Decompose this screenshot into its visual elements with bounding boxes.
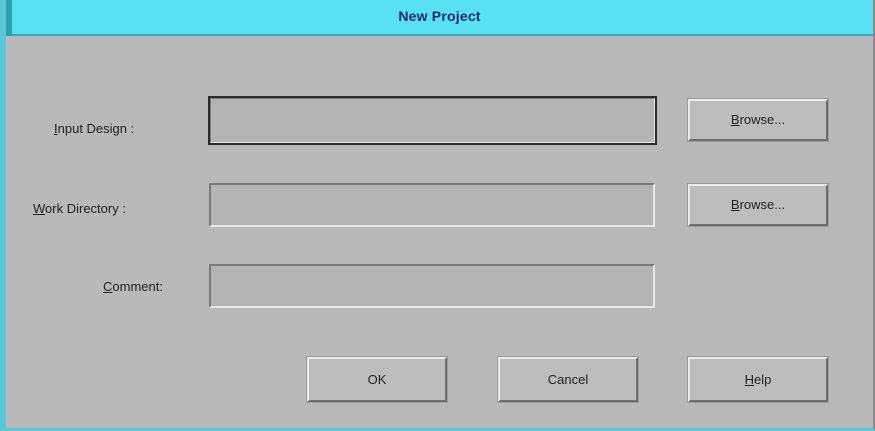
comment-label: Comment:	[103, 279, 163, 294]
cancel-button[interactable]: Cancel	[498, 357, 638, 402]
work-directory-label-text: ork Directory :	[45, 201, 126, 216]
help-button-label: elp	[754, 372, 772, 387]
browse-button-mnemonic: B	[730, 197, 740, 212]
comment-label-mnemonic: C	[103, 279, 113, 294]
comment-label-text: omment:	[112, 279, 163, 294]
input-design-input[interactable]	[211, 99, 654, 142]
work-directory-input[interactable]	[211, 185, 653, 225]
comment-field[interactable]	[209, 264, 655, 308]
browse-button-label: rowse...	[739, 197, 786, 212]
ok-button[interactable]: OK	[307, 357, 447, 402]
input-design-label-text: nput Design :	[57, 121, 135, 136]
dialog-title: New Project	[398, 8, 481, 24]
new-project-dialog: New Project Input Design : Browse... Wor…	[0, 0, 875, 431]
browse-button-mnemonic: B	[730, 112, 740, 127]
title-bar[interactable]: New Project	[6, 0, 873, 36]
input-design-label: Input Design :	[54, 121, 134, 136]
work-directory-browse-button[interactable]: Browse...	[688, 184, 828, 226]
input-design-field[interactable]	[208, 96, 657, 145]
work-directory-label: Work Directory :	[33, 201, 126, 216]
work-directory-label-mnemonic: W	[33, 201, 46, 216]
comment-input[interactable]	[211, 266, 653, 306]
browse-button-label: rowse...	[739, 112, 786, 127]
help-button-mnemonic: H	[744, 372, 755, 387]
input-design-browse-button[interactable]: Browse...	[688, 99, 828, 141]
work-directory-field[interactable]	[209, 183, 655, 227]
help-button[interactable]: Help	[688, 357, 828, 402]
